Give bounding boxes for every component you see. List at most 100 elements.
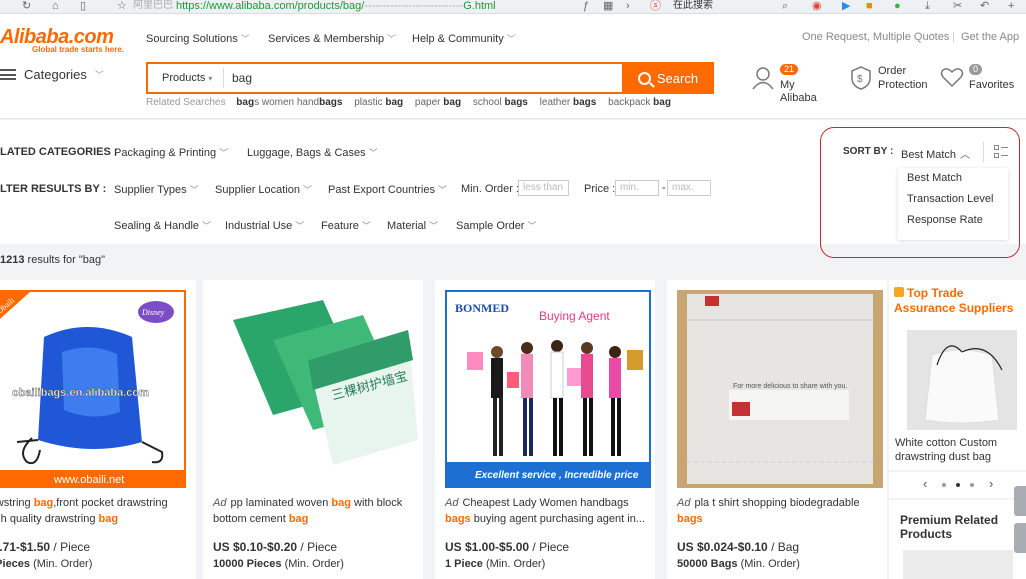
chat-icon[interactable]: ● [894, 0, 901, 12]
get-app-link[interactable]: Get the App [961, 31, 1019, 43]
product-price: US $1.00-$5.00 / Piece [445, 540, 570, 554]
product-card[interactable]: Obaili Disney obailibags.en.alibaba.com … [0, 280, 196, 579]
related-link[interactable]: bags women handbags [236, 97, 342, 108]
product-image[interactable]: Obaili Disney obailibags.en.alibaba.com … [0, 290, 186, 488]
extension-icon[interactable]: ƒ [583, 0, 589, 12]
premium-product-image[interactable] [903, 550, 1013, 579]
product-moq: 50000 Bags (Min. Order) [677, 558, 800, 570]
chevron-down-icon: ﹀ [506, 34, 516, 44]
search-button[interactable]: Search [622, 62, 714, 94]
filter-supplier-types[interactable]: Supplier Types ﹀ [114, 183, 199, 196]
sidebar-product-caption[interactable]: White cotton Custom drawstring dust bag [895, 436, 1023, 464]
chevron-down-icon: ﹀ [303, 185, 313, 195]
ad-badge: Ad [677, 497, 691, 509]
buying-agent-image: BONMED Buying Agent Excellent service , … [447, 292, 649, 486]
nav-help-community[interactable]: Help & Community ﹀ [412, 32, 516, 45]
product-title[interactable]: rawstring bag,front pocket drawstring hi… [0, 495, 191, 527]
order-protection-line1: Order [878, 65, 907, 77]
tta-title[interactable]: Top Trade Assurance Suppliers [894, 286, 1026, 316]
my-alibaba[interactable]: 21 My Alibaba [752, 64, 832, 104]
product-moq: 10000 Pieces (Min. Order) [213, 558, 344, 570]
product-image[interactable]: 三棵树护墙宝 [213, 290, 419, 488]
filter-results-label: LTER RESULTS BY : [0, 183, 107, 195]
related-link[interactable]: plastic bag [354, 97, 403, 108]
refresh-icon[interactable]: ↻ [22, 0, 31, 12]
grid-icon[interactable]: ▦ [603, 0, 613, 12]
filter-industrial-use[interactable]: Industrial Use ﹀ [225, 219, 304, 232]
chevron-down-icon: ﹀ [240, 34, 250, 44]
product-image[interactable]: For more delicious to share with you. [677, 290, 883, 488]
chevron-down-icon: ﹀ [202, 221, 212, 231]
browser-search-icon[interactable]: ⌕ [782, 0, 788, 12]
order-protection-line2: Protection [878, 79, 928, 91]
product-title[interactable]: Ad pla t shirt shopping biodegradable bag… [677, 495, 882, 527]
filter-supplier-location[interactable]: Supplier Location ﹀ [215, 183, 312, 196]
related-searches: Related Searches bags women handbags pla… [146, 97, 680, 108]
pager-dot[interactable] [970, 483, 974, 487]
game-icon[interactable]: ◉ [812, 0, 822, 12]
download-icon[interactable]: ⤓ [925, 0, 930, 12]
nav-services-membership[interactable]: Services & Membership ﹀ [268, 32, 396, 45]
floating-tool-button[interactable] [1014, 486, 1026, 516]
filter-past-export[interactable]: Past Export Countries ﹀ [328, 183, 447, 196]
product-card[interactable]: BONMED Buying Agent Excellent service , … [435, 280, 655, 579]
play-icon[interactable]: ▶ [842, 0, 850, 12]
product-moq: 1 Piece (Min. Order) [445, 558, 546, 570]
sidebar-product-image[interactable] [907, 330, 1017, 430]
product-price: US $0.024-$0.10 / Bag [677, 540, 800, 554]
pager-dot[interactable] [942, 483, 946, 487]
svg-text:www.obaili.net: www.obaili.net [53, 474, 124, 486]
min-order-input[interactable]: less than [518, 180, 569, 196]
price-max-input[interactable]: max. [667, 180, 711, 196]
reader-icon[interactable]: ▯ [80, 0, 86, 12]
svg-text:$: $ [857, 74, 863, 85]
product-card[interactable]: 三棵树护墙宝 Ad pp laminated woven bag with blo… [203, 280, 423, 579]
scissors-icon[interactable]: ✂ [953, 0, 962, 12]
my-alibaba-label: My Alibaba [780, 79, 817, 104]
favorites[interactable]: 0 Favorites [940, 64, 1020, 94]
home-icon[interactable]: ⌂ [52, 0, 59, 12]
address-bar[interactable]: https://www.alibaba.com/products/bag/---… [176, 0, 496, 12]
browser-search-field[interactable]: 在此搜索 [673, 0, 713, 12]
top-trade-assurance-panel: Top Trade Assurance Suppliers White cott… [889, 280, 1026, 470]
ad-badge: Ad [445, 497, 459, 509]
chevron-left-icon[interactable]: ‹ [923, 476, 927, 491]
pager-dot-active[interactable] [956, 483, 960, 487]
alibaba-logo[interactable]: Alibaba.com Global trade starts here. [0, 26, 124, 54]
filter-feature[interactable]: Feature ﹀ [321, 219, 371, 232]
product-title[interactable]: Ad pp laminated woven bag with block bott… [213, 495, 418, 527]
categories-menu[interactable]: Categories ﹀ [0, 67, 104, 82]
order-protection[interactable]: $ Order Protection [850, 64, 932, 94]
dust-bag-image [907, 330, 1017, 430]
product-image[interactable]: BONMED Buying Agent Excellent service , … [445, 290, 651, 488]
filter-sealing-handle[interactable]: Sealing & Handle ﹀ [114, 219, 211, 232]
nav-sourcing-solutions[interactable]: Sourcing Solutions ﹀ [146, 32, 250, 45]
svg-text:Excellent service , Incredible: Excellent service , Incredible price [475, 470, 639, 481]
related-link[interactable]: school bags [473, 97, 528, 108]
video-icon[interactable]: ■ [866, 0, 873, 12]
premium-related-panel: Premium Related Products [889, 500, 1026, 579]
one-request-link[interactable]: One Request, Multiple Quotes [802, 31, 949, 43]
price-min-input[interactable]: min. [615, 180, 659, 196]
product-title[interactable]: Ad Cheapest Lady Women handbags bags buyi… [445, 495, 650, 527]
floating-tool-button[interactable] [1014, 523, 1026, 553]
plastic-bag-image: For more delicious to share with you. [677, 290, 883, 488]
filter-sample-order[interactable]: Sample Order ﹀ [456, 219, 537, 232]
forward-icon[interactable]: › [626, 0, 630, 12]
related-link[interactable]: leather bags [540, 97, 597, 108]
star-icon[interactable]: ☆ [117, 0, 127, 12]
undo-icon[interactable]: ↶ [980, 0, 989, 12]
filter-material[interactable]: Material ﹀ [387, 219, 438, 232]
filter-packaging-printing[interactable]: Packaging & Printing ﹀ [114, 146, 228, 159]
search-category-select[interactable]: Products ▾ [148, 68, 224, 88]
related-link[interactable]: backpack bag [608, 97, 671, 108]
new-tab-icon[interactable]: + [1008, 0, 1014, 12]
user-icon [752, 67, 774, 90]
favorites-count: 0 [969, 64, 983, 75]
search-engine-icon[interactable]: ⓢ [650, 0, 661, 12]
chevron-down-icon: ﹀ [94, 70, 104, 80]
filter-luggage-bags[interactable]: Luggage, Bags & Cases ﹀ [247, 146, 378, 159]
product-card[interactable]: For more delicious to share with you. Ad… [667, 280, 887, 579]
chevron-right-icon[interactable]: › [989, 476, 993, 491]
related-link[interactable]: paper bag [415, 97, 461, 108]
